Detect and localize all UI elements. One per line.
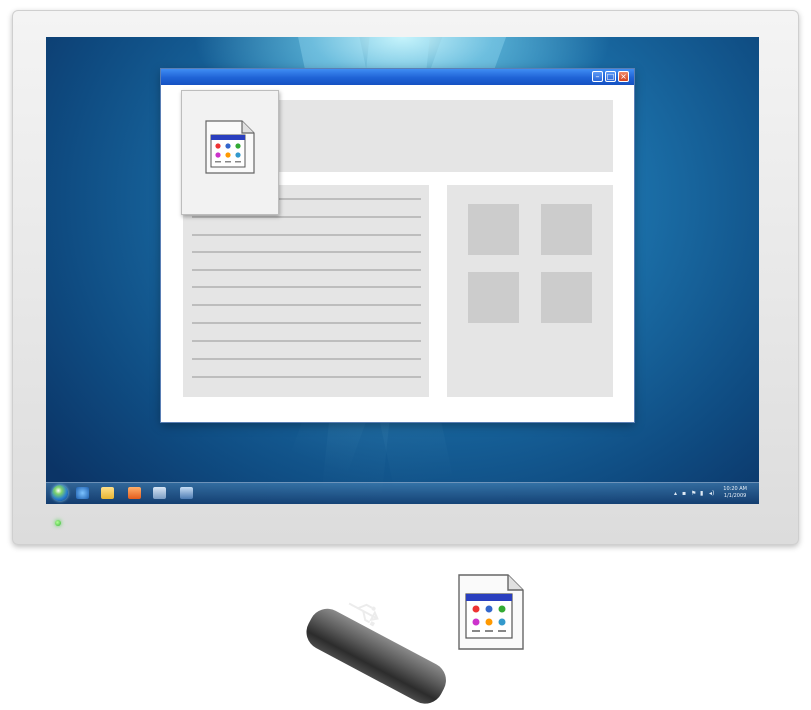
usb-flash-drive-icon[interactable] bbox=[300, 570, 480, 710]
maximize-icon: □ bbox=[606, 72, 615, 81]
text-line bbox=[192, 322, 421, 324]
app-icon[interactable] bbox=[153, 487, 166, 499]
volume-icon[interactable]: ◂) bbox=[709, 490, 714, 497]
maximize-button[interactable]: □ bbox=[605, 71, 616, 82]
text-line bbox=[192, 269, 421, 271]
close-button[interactable]: × bbox=[618, 71, 629, 82]
text-line bbox=[192, 340, 421, 342]
clock-time: 10:20 AM bbox=[723, 486, 747, 492]
app-file-card[interactable] bbox=[181, 90, 279, 215]
power-led bbox=[55, 520, 61, 526]
minimize-icon: – bbox=[595, 72, 600, 81]
image-thumbnail bbox=[541, 272, 592, 323]
image-grid-placeholder bbox=[447, 185, 613, 397]
up-arrow-icon[interactable]: ▴ bbox=[674, 490, 677, 497]
text-line bbox=[192, 358, 421, 360]
clock-date: 1/1/2009 bbox=[723, 493, 747, 499]
text-line bbox=[192, 216, 421, 218]
ie-icon[interactable] bbox=[76, 487, 89, 499]
start-button[interactable] bbox=[52, 485, 68, 501]
text-line bbox=[192, 376, 421, 378]
minimize-button[interactable]: – bbox=[592, 71, 603, 82]
application-file-icon bbox=[205, 120, 255, 174]
image-thumbnail bbox=[468, 204, 519, 255]
network-icon[interactable]: ▪ bbox=[682, 490, 686, 497]
image-thumbnail bbox=[468, 272, 519, 323]
window-titlebar[interactable]: – □ × bbox=[161, 69, 634, 85]
text-line bbox=[192, 304, 421, 306]
flag-icon[interactable]: ⚑ bbox=[691, 490, 696, 497]
text-line bbox=[192, 286, 421, 288]
text-content-placeholder bbox=[183, 185, 429, 397]
text-line bbox=[192, 234, 421, 236]
folder-icon[interactable] bbox=[101, 487, 114, 499]
battery-icon[interactable]: ▮ bbox=[700, 490, 703, 497]
taskbar: ▴ ▪ ⚑ ▮ ◂) 10:20 AM 1/1/2009 bbox=[46, 482, 759, 504]
application-file-icon[interactable] bbox=[456, 572, 526, 652]
media-player-icon[interactable] bbox=[128, 487, 141, 499]
close-icon: × bbox=[620, 72, 627, 81]
image-thumbnail bbox=[541, 204, 592, 255]
computer-icon[interactable] bbox=[180, 487, 193, 499]
clock[interactable]: 10:20 AM 1/1/2009 bbox=[723, 486, 747, 500]
text-line bbox=[192, 251, 421, 253]
